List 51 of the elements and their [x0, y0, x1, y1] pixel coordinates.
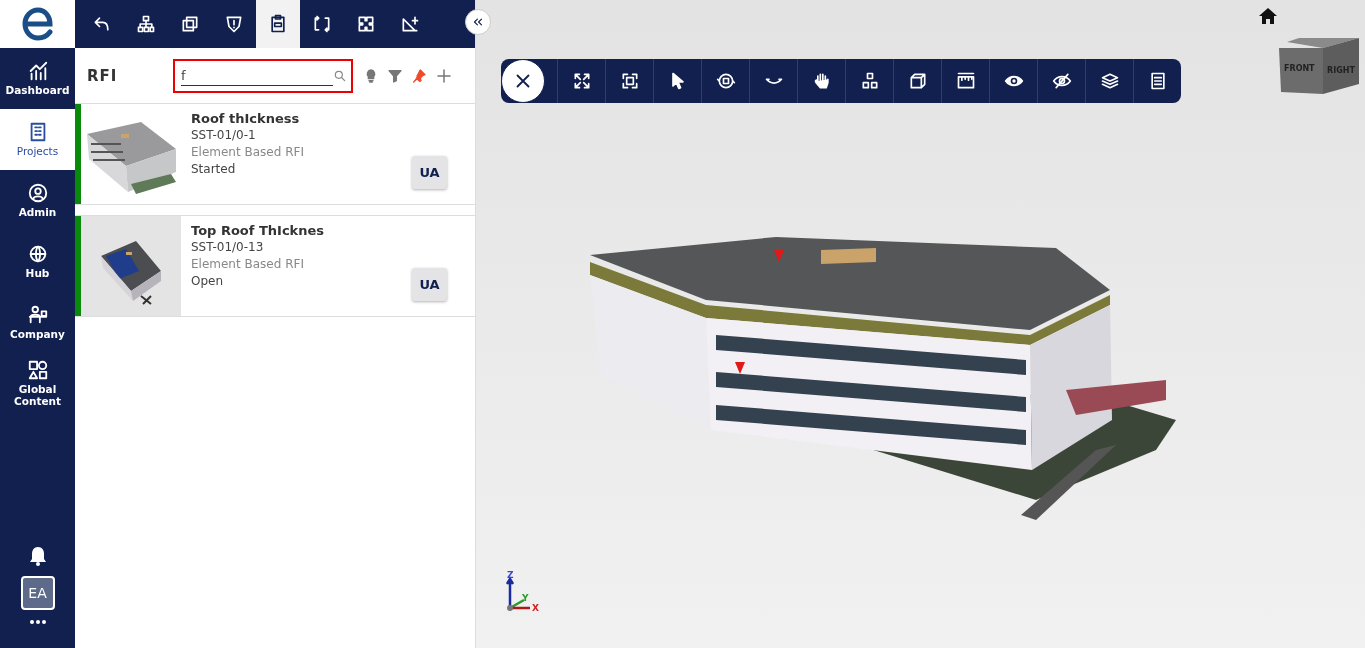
layers-icon	[1099, 71, 1120, 91]
rfi-status: Started	[191, 161, 236, 178]
rfi-code: SST-01/0-1	[191, 127, 256, 144]
axis-label: X	[532, 603, 539, 613]
close-button[interactable]	[501, 59, 545, 103]
building-model-drawing[interactable]	[590, 237, 1176, 520]
double-chevron-icon	[471, 15, 485, 29]
shield-icon	[224, 14, 244, 34]
user-avatar[interactable]: EA	[20, 576, 55, 610]
measure-icon	[400, 14, 420, 34]
bell-icon[interactable]	[28, 546, 47, 566]
axis-label: Y	[522, 593, 529, 603]
home-icon[interactable]	[1259, 8, 1277, 24]
ruler-icon	[955, 71, 976, 91]
rotate-icon	[715, 71, 736, 91]
clipboard-icon	[268, 14, 288, 34]
rfi-type: Element Based RFI	[191, 256, 304, 273]
rfi-card[interactable]: Roof thIckness SST-01/0-1 Element Based RFI Started UA	[75, 104, 475, 205]
copy-icon	[180, 14, 200, 34]
search-icon	[333, 68, 347, 83]
nav-item[interactable]: Global Content	[0, 353, 75, 414]
nav-item[interactable]: Admin	[0, 170, 75, 231]
assignee-badge: UA	[412, 156, 447, 189]
nav-item[interactable]: Hub	[0, 231, 75, 292]
assignee-badge: UA	[412, 268, 447, 301]
nav-item[interactable]: Projects	[0, 109, 75, 170]
back-arrow-icon	[92, 14, 112, 34]
panel-title: RFI	[87, 66, 119, 85]
axis-label: Z	[507, 570, 514, 580]
pin-marker[interactable]	[735, 362, 745, 374]
rfi-title: Roof thIckness	[191, 110, 300, 127]
nav-item[interactable]: Company	[0, 292, 75, 353]
rfi-card[interactable]: Top Roof ThIcknes SST-01/0-13 Element Based RFI Open UA	[75, 215, 475, 317]
rfi-title: Top Roof ThIcknes	[191, 222, 325, 239]
more-icon[interactable]	[29, 620, 46, 624]
nav-item[interactable]: Dashboard	[0, 48, 75, 109]
rfi-code: SST-01/0-13	[191, 239, 264, 256]
panel-tab[interactable]	[256, 0, 300, 48]
cube-face-label: RIGHT	[1327, 66, 1355, 75]
plus-icon	[435, 66, 453, 85]
rfi-type: Element Based RFI	[191, 144, 304, 161]
search-field[interactable]: f	[173, 58, 353, 93]
shapes-icon	[26, 359, 49, 382]
eye-slash-icon	[1051, 71, 1072, 91]
pin-icon	[411, 67, 427, 84]
cube-face-label: FRONT	[1284, 64, 1315, 73]
pin-marker[interactable]	[774, 250, 784, 262]
hierarchy-icon	[136, 14, 156, 34]
rfi-status: Open	[191, 273, 224, 290]
filter-icon	[387, 67, 403, 84]
person-gear-icon	[26, 182, 49, 205]
